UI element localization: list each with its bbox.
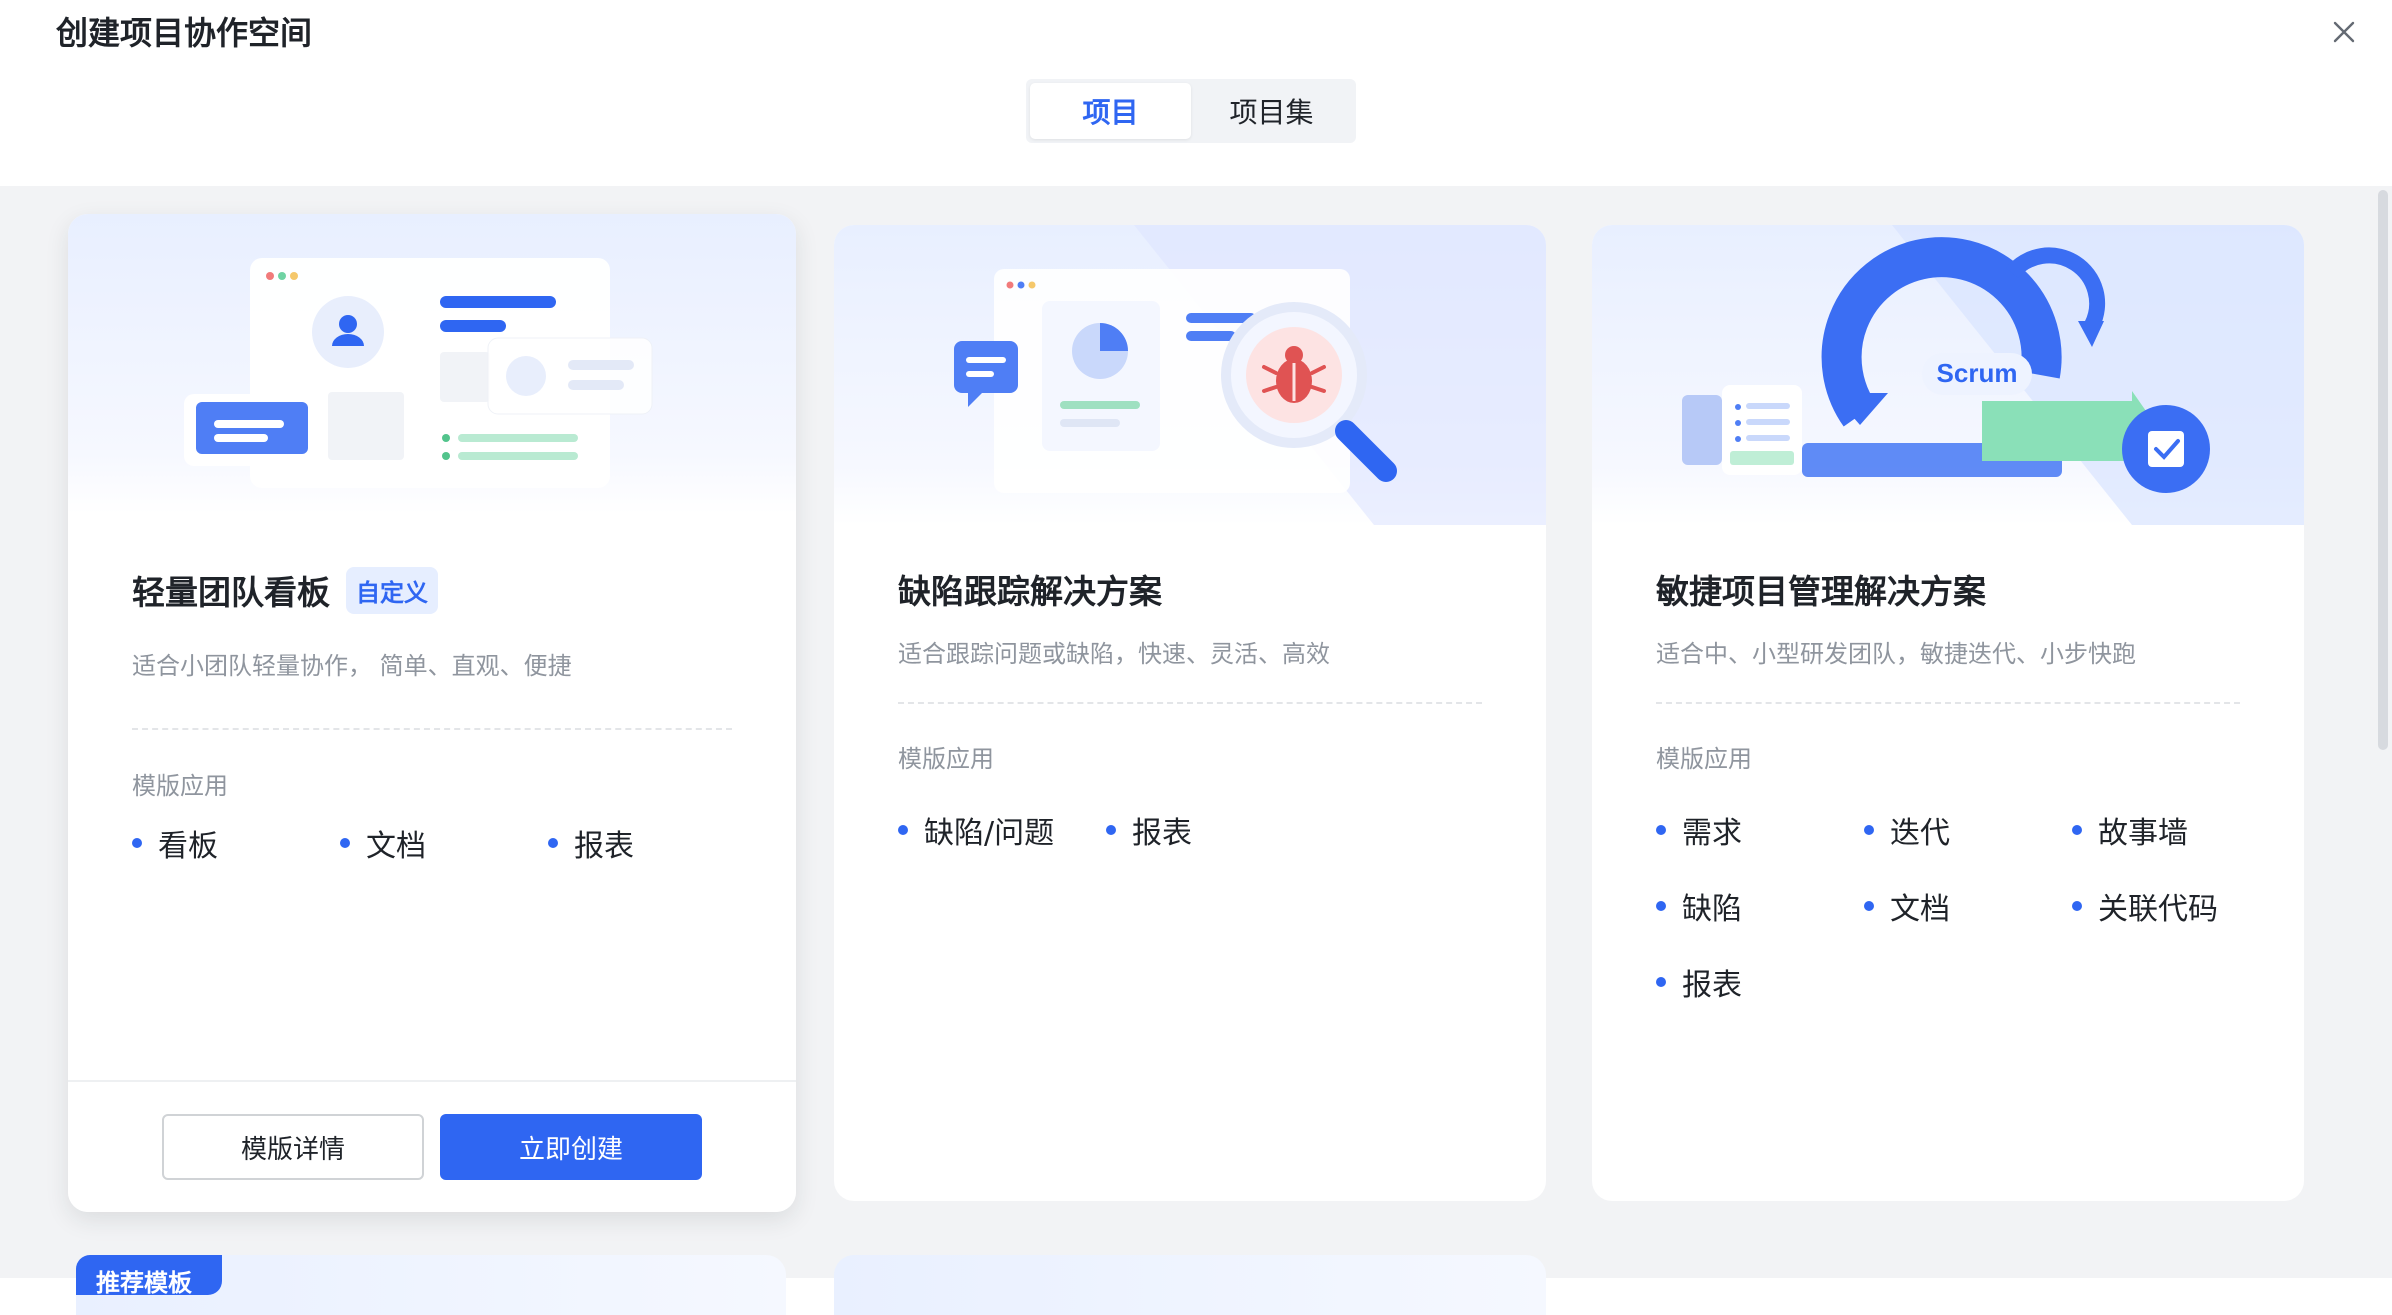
app-label: 迭代 <box>1890 816 1950 851</box>
close-button[interactable] <box>2326 14 2362 50</box>
app-label: 需求 <box>1682 816 1742 851</box>
template-detail-button[interactable]: 模版详情 <box>162 1114 424 1180</box>
card-illustration <box>68 214 796 514</box>
card-title-text: 缺陷跟踪解决方案 <box>898 572 1162 611</box>
template-card-light-board[interactable]: 轻量团队看板 自定义 适合小团队轻量协作， 简单、直观、便捷 模版应用 看板 文… <box>68 214 796 1212</box>
tab-project-set[interactable]: 项目集 <box>1191 83 1352 139</box>
list-item: 故事墙 <box>2072 811 2280 851</box>
tab-project[interactable]: 项目 <box>1030 83 1191 139</box>
list-item: 需求 <box>1656 811 1864 851</box>
app-label: 缺陷/问题 <box>924 816 1055 851</box>
list-item: 看板 <box>132 824 340 864</box>
card-title: 敏捷项目管理解决方案 <box>1656 565 1986 613</box>
app-label: 关联代码 <box>2098 892 2218 927</box>
recommend-badge: 推荐模板 <box>76 1255 222 1295</box>
list-item: 关联代码 <box>2072 887 2280 927</box>
bullet-icon <box>132 838 142 848</box>
app-label: 文档 <box>366 829 426 864</box>
bullet-icon <box>1864 825 1874 835</box>
card-title-text: 敏捷项目管理解决方案 <box>1656 572 1986 611</box>
app-label: 报表 <box>1682 968 1742 1003</box>
list-item: 报表 <box>548 824 756 864</box>
bug-search-illustration-icon <box>954 225 1546 525</box>
bullet-icon <box>548 838 558 848</box>
list-item: 文档 <box>1864 887 2072 927</box>
bullet-icon <box>898 825 908 835</box>
divider <box>898 702 1482 704</box>
app-label: 文档 <box>1890 892 1950 927</box>
dialog-title: 创建项目协作空间 <box>56 14 313 52</box>
card-title: 轻量团队看板 自定义 <box>132 566 438 614</box>
card-title: 缺陷跟踪解决方案 <box>898 565 1162 613</box>
create-now-button[interactable]: 立即创建 <box>440 1114 702 1180</box>
card-illustration <box>834 225 1546 525</box>
section-label: 模版应用 <box>132 772 228 800</box>
dialog-header: 创建项目协作空间 项目 项目集 <box>0 0 2392 186</box>
app-label: 缺陷 <box>1682 892 1742 927</box>
bullet-icon <box>2072 901 2082 911</box>
bullet-icon <box>1656 825 1666 835</box>
template-card-agile[interactable]: Scrum 敏捷项目管理解决方案 适合中、小型研发团队，敏捷迭代、小步快跑 模版… <box>1592 225 2304 1201</box>
scrollbar[interactable] <box>2378 190 2388 750</box>
app-label: 看板 <box>158 829 218 864</box>
app-list: 看板 文档 报表 <box>132 824 772 864</box>
kanban-illustration-icon <box>184 258 653 488</box>
card-title-text: 轻量团队看板 <box>132 573 330 612</box>
custom-tag: 自定义 <box>346 566 438 614</box>
list-item: 缺陷 <box>1656 887 1864 927</box>
list-item: 缺陷/问题 <box>898 811 1106 851</box>
card-description: 适合小团队轻量协作， 简单、直观、便捷 <box>132 652 572 680</box>
scrum-label: Scrum <box>1937 358 2018 388</box>
app-label: 故事墙 <box>2098 816 2188 851</box>
card-description: 适合跟踪问题或缺陷，快速、灵活、高效 <box>898 640 1330 668</box>
template-card-next-2[interactable] <box>834 1255 1546 1315</box>
app-label: 报表 <box>1132 816 1192 851</box>
app-label: 报表 <box>574 829 634 864</box>
close-icon <box>2333 21 2355 43</box>
bullet-icon <box>2072 825 2082 835</box>
card-footer: 模版详情 立即创建 <box>68 1080 796 1212</box>
section-label: 模版应用 <box>898 745 994 773</box>
app-list: 缺陷/问题 报表 <box>898 811 1538 851</box>
bullet-icon <box>1656 901 1666 911</box>
app-list: 需求 迭代 故事墙 缺陷 文档 关联代码 报表 <box>1656 811 2296 1003</box>
type-segmented-control: 项目 项目集 <box>1026 79 1356 143</box>
list-item: 迭代 <box>1864 811 2072 851</box>
scrum-illustration-icon: Scrum <box>1682 225 2304 525</box>
bullet-icon <box>1656 977 1666 987</box>
section-label: 模版应用 <box>1656 745 1752 773</box>
divider <box>1656 702 2240 704</box>
bullet-icon <box>340 838 350 848</box>
list-item: 文档 <box>340 824 548 864</box>
card-illustration: Scrum <box>1592 225 2304 525</box>
bullet-icon <box>1106 825 1116 835</box>
bullet-icon <box>1864 901 1874 911</box>
template-card-defect-tracking[interactable]: 缺陷跟踪解决方案 适合跟踪问题或缺陷，快速、灵活、高效 模版应用 缺陷/问题 报… <box>834 225 1546 1201</box>
list-item: 报表 <box>1656 963 1864 1003</box>
divider <box>132 728 732 730</box>
card-description: 适合中、小型研发团队，敏捷迭代、小步快跑 <box>1656 640 2136 668</box>
list-item: 报表 <box>1106 811 1314 851</box>
